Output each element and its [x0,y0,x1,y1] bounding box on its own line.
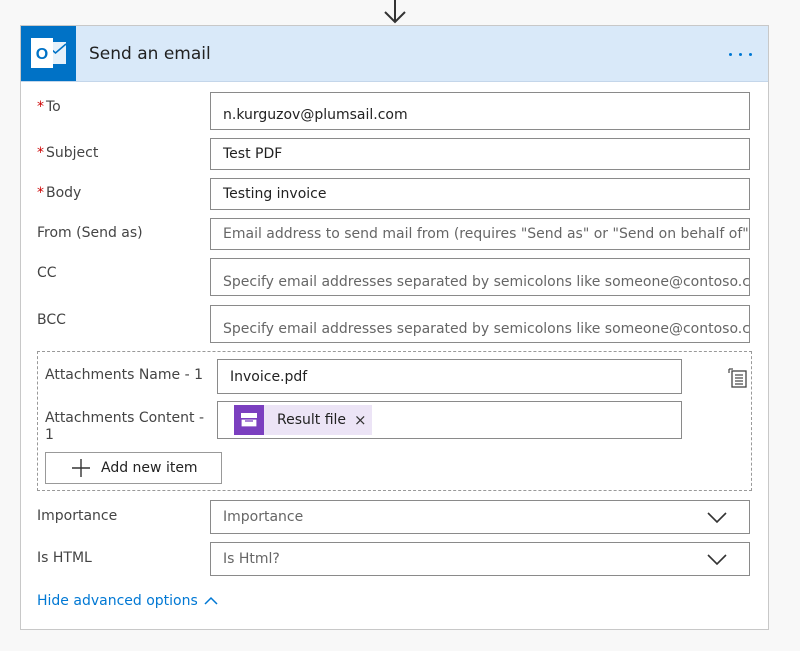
cc-field[interactable]: Specify email addresses separated by sem… [210,258,750,296]
attachments-name-label: Attachments Name - 1 [45,367,203,383]
body-label: * Body [37,185,82,201]
plus-icon [72,459,90,477]
hide-advanced-options-link[interactable]: Hide advanced options [37,593,218,609]
is-html-label: Is HTML [37,550,92,566]
importance-label: Importance [37,508,118,524]
more-options-icon[interactable] [727,44,757,64]
body-field[interactable]: Testing invoice [210,178,750,210]
from-field[interactable]: Email address to send mail from (require… [210,218,750,250]
attachments-content-field[interactable]: Result file × [217,401,682,439]
token-label: Result file [277,412,347,428]
archive-tray-icon [234,405,264,435]
importance-dropdown[interactable]: Importance [210,500,750,534]
attachments-group: Attachments Name - 1 Invoice.pdf Attachm… [37,351,752,491]
subject-label: * Subject [37,145,99,161]
add-new-item-button[interactable]: Add new item [45,452,222,484]
chevron-down-icon [707,554,727,566]
subject-field[interactable]: Test PDF [210,138,750,170]
chevron-down-icon [707,512,727,524]
cc-label: CC [37,265,57,281]
is-html-value: Is Html? [223,551,280,567]
card-header[interactable]: O Send an email [21,26,768,82]
attachments-content-label: Attachments Content - 1 [45,410,204,443]
hide-advanced-options-label: Hide advanced options [37,593,198,609]
bcc-field[interactable]: Specify email addresses separated by sem… [210,305,750,343]
remove-token-icon[interactable]: × [354,411,367,429]
flow-arrow-icon [384,0,406,24]
add-new-item-label: Add new item [101,460,198,476]
to-label: * To [37,99,61,115]
is-html-dropdown[interactable]: Is Html? [210,542,750,576]
importance-value: Importance [223,509,304,525]
bcc-label: BCC [37,312,66,328]
from-label: From (Send as) [37,225,143,241]
card-title: Send an email [89,44,211,64]
send-email-action-card: O Send an email * To n.kurguzov@plumsail.… [20,25,769,630]
outlook-icon: O [21,26,76,81]
result-file-token[interactable]: Result file × [234,405,372,435]
chevron-up-icon [204,596,218,605]
attachments-name-field[interactable]: Invoice.pdf [217,359,682,394]
to-field[interactable]: n.kurguzov@plumsail.com [210,92,750,130]
outlook-letter: O [36,46,48,63]
switch-to-array-icon[interactable] [727,367,749,389]
